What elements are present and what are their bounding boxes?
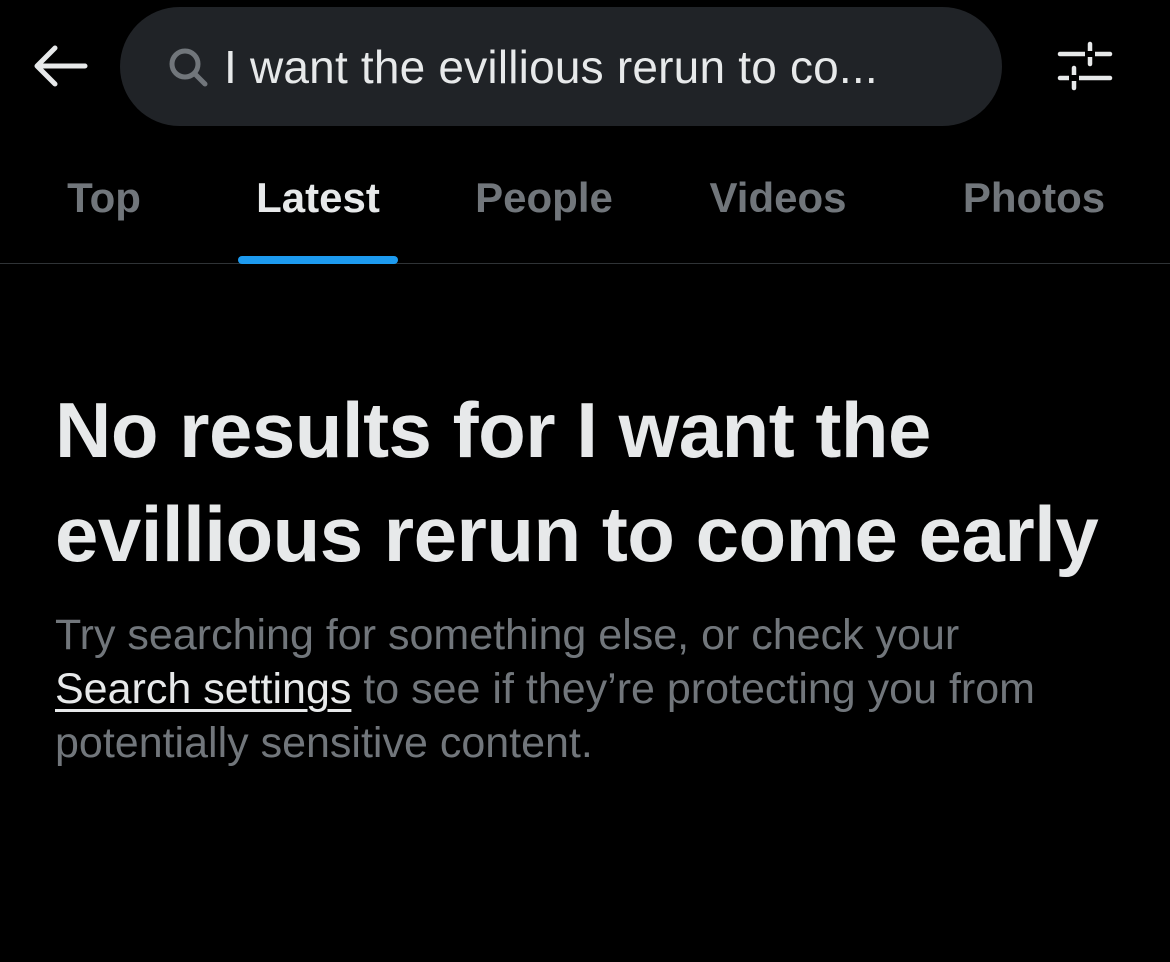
tab-label: Top xyxy=(67,173,141,221)
active-tab-indicator xyxy=(238,256,398,264)
search-input[interactable]: I want the evillious rerun to co... xyxy=(120,7,1002,126)
search-results-screen: I want the evillious rerun to co... Top … xyxy=(0,0,1170,962)
empty-state-title: No results for I want the evillious reru… xyxy=(55,386,1099,578)
empty-state-message: Try searching for something else, or che… xyxy=(55,608,1065,770)
tab-label: Videos xyxy=(709,173,847,221)
search-filter-button[interactable] xyxy=(1052,36,1118,100)
tab-photos[interactable]: Photos xyxy=(950,132,1118,263)
arrow-left-icon xyxy=(31,44,89,93)
tab-label: Latest xyxy=(256,173,380,221)
search-tabs: Top Latest People Videos Photos xyxy=(0,132,1170,264)
back-button[interactable] xyxy=(28,36,92,100)
empty-state: No results for I want the evillious reru… xyxy=(55,378,1125,770)
tab-videos[interactable]: Videos xyxy=(696,132,860,263)
tab-label: People xyxy=(475,173,613,221)
top-bar: I want the evillious rerun to co... xyxy=(0,0,1170,132)
tab-label: Photos xyxy=(962,173,1106,221)
tab-people[interactable]: People xyxy=(464,132,624,263)
sliders-icon xyxy=(1056,38,1114,99)
empty-state-text-before: Try searching for something else, or che… xyxy=(55,611,960,659)
tab-top[interactable]: Top xyxy=(54,132,154,263)
search-settings-link[interactable]: Search settings xyxy=(55,665,351,713)
search-icon xyxy=(166,45,210,89)
search-query-text: I want the evillious rerun to co... xyxy=(224,40,878,93)
tab-latest[interactable]: Latest xyxy=(236,132,400,264)
